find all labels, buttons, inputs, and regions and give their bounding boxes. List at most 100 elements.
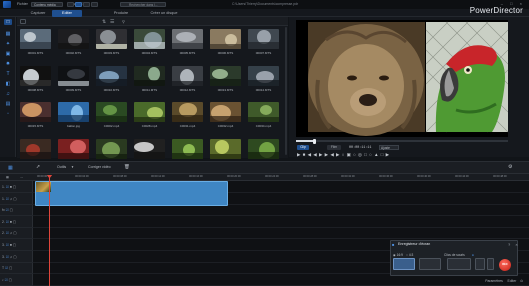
track-lock-icon[interactable]: ▢ [13,185,16,189]
media-thumbnail[interactable] [210,66,241,86]
preview-quality-select[interactable]: Ajuste [379,145,399,150]
track-row[interactable] [33,227,529,240]
effects-room-icon[interactable]: ✦ [4,41,12,47]
track-header[interactable]: ♪ ☑ ▢ [0,274,33,286]
media-thumbnail[interactable] [248,139,279,159]
tab-capture[interactable]: Capturer [24,10,52,17]
track-manager-icon[interactable]: ▦ [6,175,9,179]
media-thumbnail[interactable] [172,29,203,49]
transport-controls[interactable]: ▶■◀◀▶▶◀▶○▣○◎□○▲□▶ [297,152,391,158]
track-enable-checkbox[interactable]: ☑ [6,243,9,247]
settings-link[interactable]: Paramètres [485,279,503,283]
track-header[interactable]: 1. ☑ ■ ▢ [0,181,33,193]
track-enable-checkbox[interactable]: ☑ [5,278,8,282]
media-thumbnail[interactable] [58,139,89,159]
media-thumbnail[interactable] [172,66,203,86]
capture-window-button[interactable] [447,258,471,270]
recorder-window-controls[interactable]: ? × [508,242,520,247]
media-thumbnail[interactable] [134,29,165,49]
media-thumbnail[interactable] [96,66,127,86]
media-thumbnail[interactable] [210,29,241,49]
playhead[interactable] [49,175,50,286]
track-lock-icon[interactable]: ▢ [9,266,12,270]
track-header[interactable]: 2. ☑ ♫ ▢ [0,227,33,240]
library-search-input[interactable]: Rechercher dans l... [120,1,166,7]
media-thumbnail[interactable] [134,102,165,122]
track-enable-checkbox[interactable]: ☑ [6,185,9,189]
media-thumbnail[interactable] [20,29,51,49]
chapter-room-icon[interactable]: ▤ [4,101,12,107]
track-enable-checkbox[interactable]: ☑ [6,231,9,235]
tab-edit[interactable]: Editer [52,9,82,17]
track-header[interactable]: fx ☑ ▢ [0,204,33,217]
option-4-3-radio[interactable]: ○ 4:3 [406,253,413,257]
pip-room-icon[interactable]: ▣ [4,51,12,57]
particle-room-icon[interactable]: ✸ [4,61,12,67]
menu-file[interactable]: Fichier [17,2,28,6]
explore-icon[interactable]: ☰ [110,19,114,25]
track-lock-icon[interactable]: ▢ [9,278,12,282]
track-enable-checkbox[interactable]: ☑ [6,220,9,224]
sort-icon[interactable]: ⇅ [102,19,106,25]
track-row[interactable] [33,216,529,228]
track-lock-icon[interactable]: ▢ [13,197,16,201]
view-all-icon[interactable] [67,1,74,7]
track-enable-checkbox[interactable]: ☑ [6,208,9,212]
track-enable-checkbox[interactable]: ☑ [6,197,9,201]
media-thumbnail[interactable] [248,102,279,122]
collapse-icon[interactable]: ⊙ [520,279,523,283]
media-thumbnail[interactable] [20,139,51,159]
record-button[interactable]: REC [499,259,511,271]
subtitle-room-icon[interactable]: ▫ [4,111,12,117]
library-filter-select[interactable]: Contenu média [31,1,63,7]
delete-icon[interactable]: 🗑 [124,164,130,170]
info-icon[interactable]: ● [472,253,474,257]
import-media-icon[interactable]: □ [4,19,12,25]
transition-room-icon[interactable]: ◧ [4,81,12,87]
fit-timeline-icon[interactable]: ↔ [20,175,23,179]
media-thumbnail[interactable] [20,102,51,122]
fix-enhance-button[interactable]: Corriger vidéo [88,165,111,169]
preview-timecode[interactable]: 00:00:11:11 [349,146,371,150]
track-enable-checkbox[interactable]: ☑ [6,255,9,259]
edit-link[interactable]: Editer [508,279,517,283]
video-clip[interactable] [35,181,228,206]
option-16-9-radio[interactable]: ◉ 16:9 [393,253,403,257]
track-header[interactable]: 2. ☑ ■ ▢ [0,216,33,228]
movie-mode-button[interactable]: Film [327,145,341,150]
media-room-icon[interactable]: ▦ [4,31,12,37]
library-scrollbar[interactable] [285,27,287,155]
track-lock-icon[interactable]: ▢ [13,220,16,224]
capture-fullscreen-button[interactable] [393,258,415,270]
seek-handle[interactable] [313,138,316,144]
track-header[interactable]: T ☑ ▢ [0,262,33,275]
tools-menu[interactable]: Outils [57,165,66,169]
media-thumbnail[interactable] [96,139,127,159]
track-lock-icon[interactable]: ▢ [13,243,16,247]
preview-seekbar[interactable] [296,140,508,142]
audio-source-button[interactable] [475,258,485,270]
track-enable-checkbox[interactable]: ☑ [5,266,8,270]
image-filter-icon[interactable] [83,1,90,7]
arrow-tool-icon[interactable]: ➚ [36,164,40,170]
media-thumbnail[interactable] [210,139,241,159]
import-icon[interactable] [20,19,26,24]
storyboard-icon[interactable]: ▦ [8,165,13,171]
recorder-options-button[interactable] [487,258,494,270]
track-lock-icon[interactable]: ▢ [13,231,16,235]
title-room-icon[interactable]: T [4,71,12,77]
media-thumbnail[interactable] [58,29,89,49]
media-thumbnail[interactable] [134,66,165,86]
track-lock-icon[interactable]: ▢ [13,255,16,259]
clip-mode-button[interactable]: Clip [297,145,309,150]
media-thumbnail[interactable] [172,102,203,122]
track-header[interactable]: 1. ☑ ♫ ▢ [0,193,33,205]
media-thumbnail[interactable] [248,66,279,86]
media-thumbnail[interactable] [58,66,89,86]
audio-filter-icon[interactable] [91,1,98,7]
tab-create-disc[interactable]: Créer un disque [144,10,184,17]
media-thumbnail[interactable] [248,29,279,49]
media-thumbnail[interactable] [58,102,89,122]
media-thumbnail[interactable] [96,29,127,49]
preview-viewer[interactable] [296,20,509,137]
